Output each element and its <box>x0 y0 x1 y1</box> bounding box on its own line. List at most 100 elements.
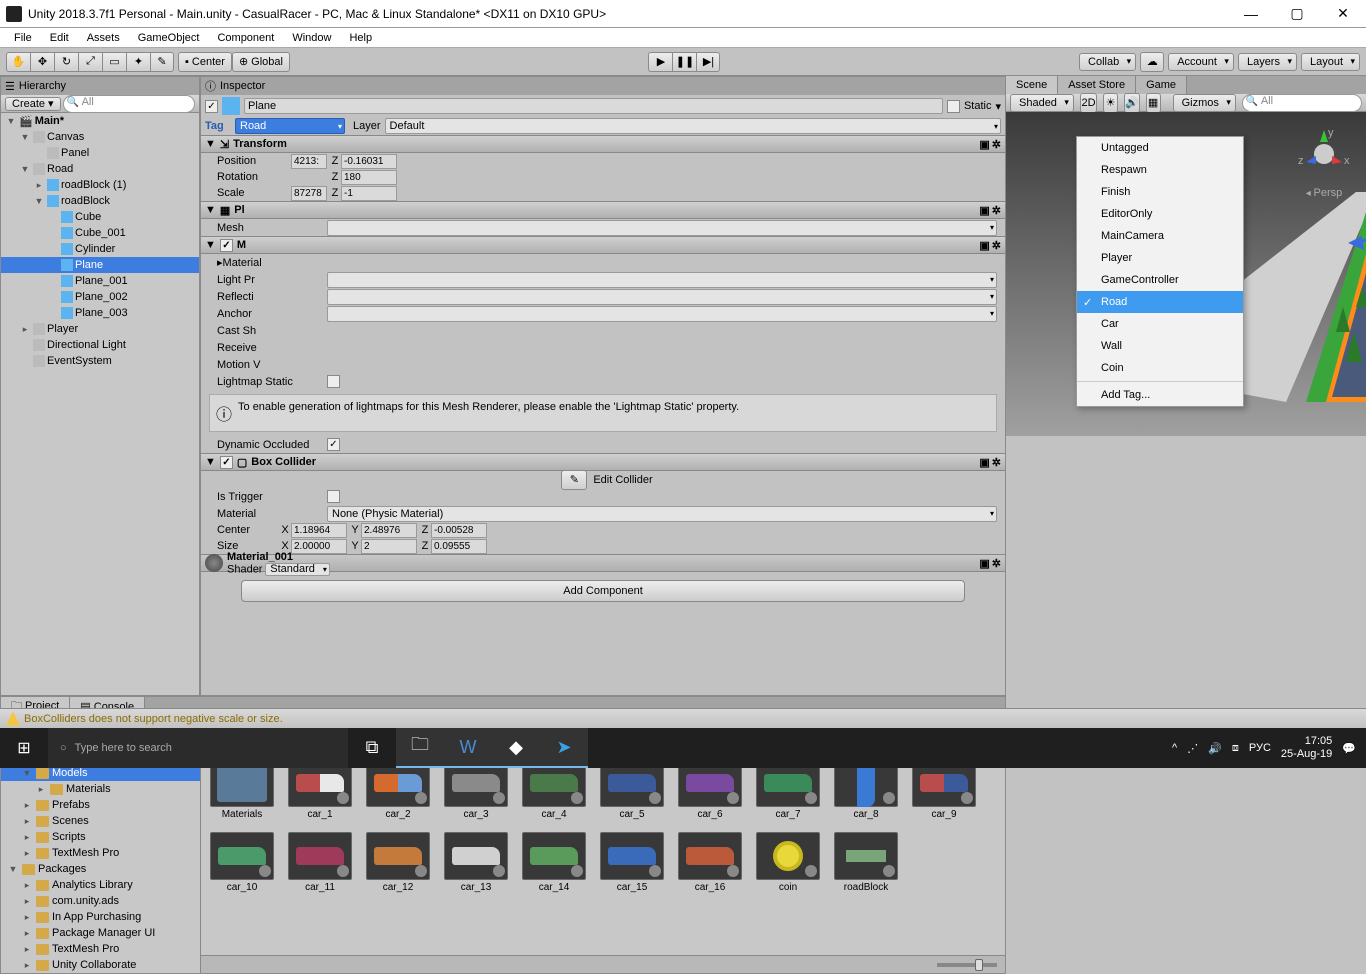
scene-search-input[interactable]: All <box>1242 94 1362 112</box>
notifications-icon[interactable]: 💬 <box>1342 742 1356 755</box>
tag-menu-item[interactable]: Coin <box>1077 357 1243 379</box>
gameobject-active-checkbox[interactable] <box>205 100 218 113</box>
asset-thumb[interactable]: Materials <box>209 759 275 820</box>
hand-tool-button[interactable]: ✋ <box>6 52 30 72</box>
transform-header[interactable]: ▼⇲Transform▣✲ <box>201 135 1005 153</box>
pivot-global-button[interactable]: ⊕Global <box>232 52 290 72</box>
menu-edit[interactable]: Edit <box>42 30 77 46</box>
project-tree-item[interactable]: ▸Scenes <box>1 813 200 829</box>
physic-material-field[interactable]: None (Physic Material) <box>327 506 997 522</box>
material-header[interactable]: Material_001 Shader Standard ▣✲ <box>201 554 1005 572</box>
component-menu-icon[interactable]: ✲ <box>992 239 1001 252</box>
hierarchy-scene-row[interactable]: ▼🎬Main* <box>1 113 199 129</box>
scale-z-input[interactable] <box>341 186 397 201</box>
projection-label[interactable]: ◂ Persp <box>1294 187 1354 199</box>
custom-tool-button[interactable]: ✎ <box>150 52 174 72</box>
tab-scene[interactable]: Scene <box>1006 76 1058 94</box>
lightmap-static-checkbox[interactable] <box>327 375 340 388</box>
component-menu-icon[interactable]: ✲ <box>992 204 1001 217</box>
tray-expand-icon[interactable]: ^ <box>1172 742 1177 754</box>
asset-thumb[interactable]: car_6 <box>677 759 743 820</box>
thumb-size-slider[interactable] <box>937 963 997 967</box>
project-tree-item[interactable]: ▸Materials <box>1 781 200 797</box>
asset-thumb[interactable]: car_4 <box>521 759 587 820</box>
hierarchy-item[interactable]: Plane <box>1 257 199 273</box>
project-tree-item[interactable]: ▸In App Purchasing <box>1 909 200 925</box>
hierarchy-item[interactable]: Cube <box>1 209 199 225</box>
asset-thumb[interactable]: car_3 <box>443 759 509 820</box>
project-tree-item[interactable]: ▸Unity Collaborate <box>1 957 200 973</box>
hierarchy-item[interactable]: EventSystem <box>1 353 199 369</box>
asset-thumb[interactable]: coin <box>755 832 821 893</box>
play-button[interactable]: ▶ <box>648 52 672 72</box>
tag-dropdown[interactable]: Road <box>235 118 345 134</box>
step-button[interactable]: ▶| <box>696 52 720 72</box>
layout-dropdown[interactable]: Layout <box>1301 53 1360 71</box>
tag-menu-item[interactable]: Car <box>1077 313 1243 335</box>
tab-game[interactable]: Game <box>1136 76 1187 94</box>
menu-window[interactable]: Window <box>284 30 339 46</box>
menu-component[interactable]: Component <box>209 30 282 46</box>
tag-menu-item[interactable]: Finish <box>1077 181 1243 203</box>
add-component-button[interactable]: Add Component <box>241 580 965 602</box>
maximize-button[interactable]: ▢ <box>1274 0 1320 28</box>
gizmos-dropdown[interactable]: Gizmos <box>1173 94 1236 112</box>
gameobject-name-input[interactable]: Plane <box>244 98 943 114</box>
rotate-tool-button[interactable]: ↻ <box>54 52 78 72</box>
project-tree-item[interactable]: ▸TextMesh Pro <box>1 845 200 861</box>
help-icon[interactable]: ▣ <box>979 456 989 469</box>
mesh-filter-header[interactable]: ▼▦Pl▣✲ <box>201 201 1005 219</box>
asset-thumb[interactable]: car_1 <box>287 759 353 820</box>
tag-menu-item[interactable]: Respawn <box>1077 159 1243 181</box>
tag-menu-item[interactable]: GameController <box>1077 269 1243 291</box>
static-dropdown-icon[interactable]: ▾ <box>995 100 1001 113</box>
help-icon[interactable]: ▣ <box>979 557 989 570</box>
asset-thumb[interactable]: car_8 <box>833 759 899 820</box>
hierarchy-item[interactable]: ▸roadBlock (1) <box>1 177 199 193</box>
light-probes-dropdown[interactable] <box>327 272 997 288</box>
telegram-taskbar-icon[interactable]: ➤ <box>540 728 588 768</box>
hierarchy-item[interactable]: Plane_003 <box>1 305 199 321</box>
asset-thumb[interactable]: car_15 <box>599 832 665 893</box>
hierarchy-item[interactable]: Directional Light <box>1 337 199 353</box>
rotation-z-input[interactable] <box>341 170 397 185</box>
edit-collider-button[interactable]: ✎ <box>561 470 587 490</box>
hierarchy-item[interactable]: Cylinder <box>1 241 199 257</box>
hierarchy-item[interactable]: Panel <box>1 145 199 161</box>
hierarchy-item[interactable]: Cube_001 <box>1 225 199 241</box>
hierarchy-item[interactable]: ▼Canvas <box>1 129 199 145</box>
move-tool-button[interactable]: ✥ <box>30 52 54 72</box>
shader-dropdown[interactable]: Standard <box>265 563 330 576</box>
position-x-input[interactable] <box>291 154 327 169</box>
hierarchy-item[interactable]: ▼roadBlock <box>1 193 199 209</box>
dynamic-occluded-checkbox[interactable] <box>327 438 340 451</box>
tag-menu-item[interactable]: MainCamera <box>1077 225 1243 247</box>
task-view-button[interactable]: ⧉ <box>348 728 396 768</box>
scene-fx-toggle[interactable]: ▦ <box>1146 93 1161 113</box>
language-indicator[interactable]: РУС <box>1249 742 1271 754</box>
project-folder-tree[interactable]: ▼Assets▸Audio▼Models▸Materials▸Prefabs▸S… <box>1 733 201 973</box>
collab-dropdown[interactable]: Collab <box>1079 53 1136 71</box>
help-icon[interactable]: ▣ <box>979 239 989 252</box>
pivot-center-button[interactable]: ▪Center <box>178 52 232 72</box>
hierarchy-item[interactable]: Plane_001 <box>1 273 199 289</box>
center-x-input[interactable] <box>291 523 347 538</box>
scene-light-toggle[interactable]: ☀ <box>1103 93 1118 113</box>
volume-icon[interactable]: 🔊 <box>1208 742 1222 755</box>
menu-help[interactable]: Help <box>341 30 380 46</box>
component-menu-icon[interactable]: ✲ <box>992 138 1001 151</box>
center-z-input[interactable] <box>431 523 487 538</box>
box-collider-enabled-checkbox[interactable] <box>220 456 233 469</box>
anchor-override-field[interactable] <box>327 306 997 322</box>
asset-thumb[interactable]: car_11 <box>287 832 353 893</box>
box-collider-header[interactable]: ▼▢Box Collider▣✲ <box>201 453 1005 471</box>
dropbox-icon[interactable]: ⧈ <box>1232 742 1239 755</box>
taskbar-search[interactable]: ○ Type here to search <box>48 728 348 768</box>
tag-menu-item[interactable]: Untagged <box>1077 137 1243 159</box>
help-icon[interactable]: ▣ <box>979 204 989 217</box>
project-tree-item[interactable]: ▸Scripts <box>1 829 200 845</box>
hierarchy-item[interactable]: Plane_002 <box>1 289 199 305</box>
taskbar-clock[interactable]: 17:0525-Aug-19 <box>1281 735 1332 761</box>
hierarchy-search-input[interactable]: All <box>63 95 195 113</box>
menu-gameobject[interactable]: GameObject <box>130 30 208 46</box>
